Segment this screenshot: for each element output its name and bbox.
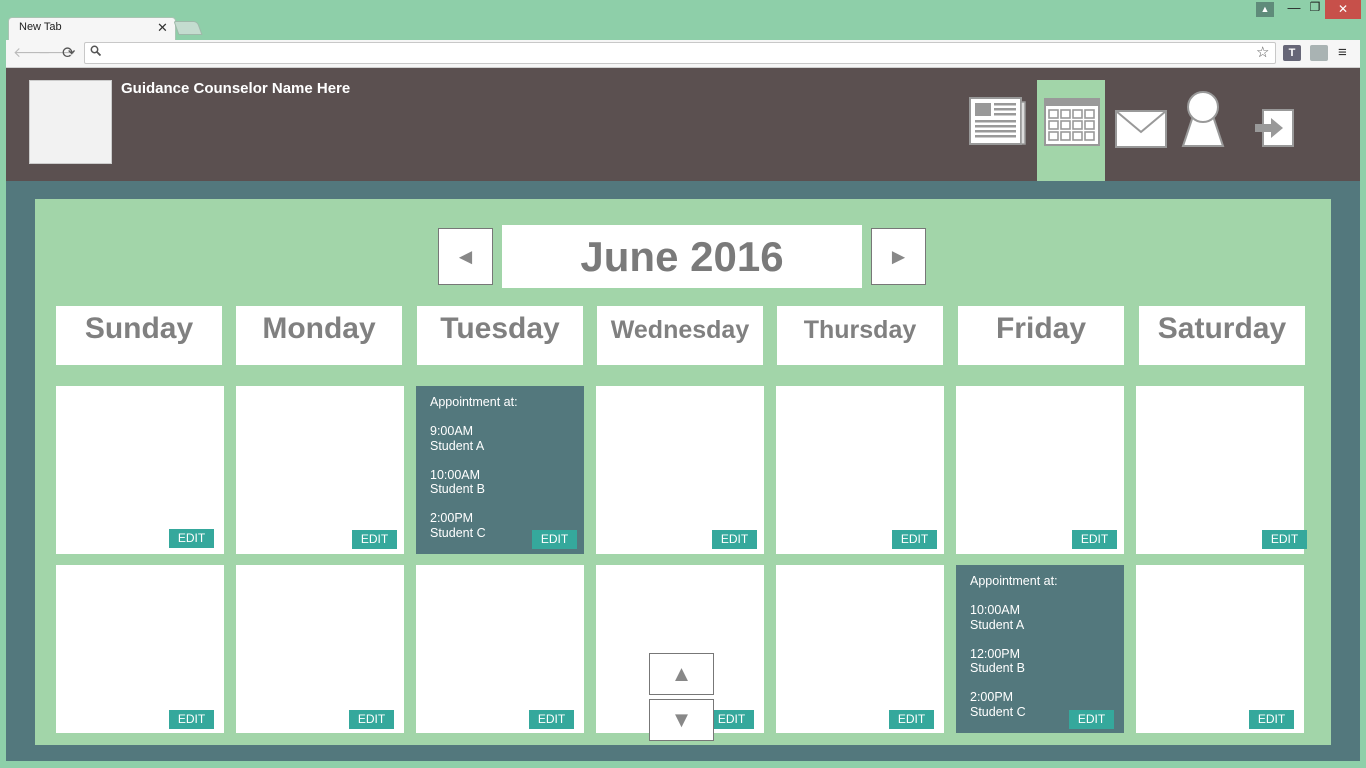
scroll-down-button[interactable]: ▼: [649, 699, 714, 741]
edit-button[interactable]: EDIT: [1069, 710, 1114, 729]
prev-month-button[interactable]: ◄: [438, 228, 493, 285]
appointment-text: Appointment at: 10:00AM Student A 12:00P…: [970, 574, 1058, 719]
day-header-monday: Monday: [236, 306, 402, 365]
edit-button[interactable]: EDIT: [1249, 710, 1294, 729]
calendar-icon[interactable]: [1044, 98, 1100, 146]
new-tab-button[interactable]: [173, 21, 203, 35]
edit-button[interactable]: EDIT: [709, 710, 754, 729]
calendar-cell-appointment[interactable]: Appointment at: 9:00AM Student A 10:00AM…: [416, 386, 584, 554]
extension-icon[interactable]: [1310, 45, 1328, 61]
logout-icon[interactable]: [1253, 108, 1295, 148]
scroll-up-button[interactable]: ▲: [649, 653, 714, 695]
calendar-cell[interactable]: EDIT: [956, 386, 1124, 554]
calendar-cell[interactable]: EDIT: [56, 386, 224, 554]
calendar-cell[interactable]: EDIT: [776, 386, 944, 554]
bookmark-star-icon[interactable]: ☆: [1256, 43, 1269, 61]
next-month-button[interactable]: ►: [871, 228, 926, 285]
maximize-button[interactable]: ❐: [1305, 0, 1325, 20]
browser-titlebar: [0, 0, 1366, 40]
browser-menu-icon[interactable]: ≡: [1338, 44, 1347, 61]
extension-t-icon[interactable]: T: [1283, 45, 1301, 61]
address-bar[interactable]: [84, 42, 1276, 64]
user-profile-icon[interactable]: ▲: [1256, 2, 1274, 17]
day-header-friday: Friday: [958, 306, 1124, 365]
profile-icon[interactable]: [1180, 90, 1226, 148]
edit-button[interactable]: EDIT: [352, 530, 397, 549]
edit-button[interactable]: EDIT: [169, 529, 214, 548]
edit-button[interactable]: EDIT: [349, 710, 394, 729]
day-header-wednesday: Wednesday: [597, 306, 763, 365]
month-title: June 2016: [502, 225, 862, 288]
day-header-tuesday: Tuesday: [417, 306, 583, 365]
edit-button[interactable]: EDIT: [889, 710, 934, 729]
search-icon: [90, 45, 102, 59]
avatar: [29, 80, 112, 164]
calendar-cell[interactable]: EDIT: [776, 565, 944, 733]
calendar-cell[interactable]: EDIT: [416, 565, 584, 733]
calendar-cell[interactable]: EDIT: [236, 386, 404, 554]
edit-button[interactable]: EDIT: [892, 530, 937, 549]
calendar-cell-appointment[interactable]: Appointment at: 10:00AM Student A 12:00P…: [956, 565, 1124, 733]
edit-button[interactable]: EDIT: [1262, 530, 1307, 549]
calendar-cell[interactable]: EDIT: [236, 565, 404, 733]
newspaper-icon[interactable]: [969, 97, 1026, 147]
calendar-cell[interactable]: EDIT: [1136, 386, 1307, 554]
mail-icon[interactable]: [1115, 110, 1167, 148]
tab-title: New Tab: [19, 21, 62, 33]
edit-button[interactable]: EDIT: [532, 530, 577, 549]
counselor-name: Guidance Counselor Name Here: [121, 80, 351, 97]
edit-button[interactable]: EDIT: [1072, 530, 1117, 549]
edit-button[interactable]: EDIT: [712, 530, 757, 549]
minimize-button[interactable]: —: [1284, 0, 1304, 20]
reload-icon[interactable]: ⟳: [62, 43, 75, 63]
window-close-button[interactable]: ✕: [1325, 0, 1361, 19]
day-header-saturday: Saturday: [1139, 306, 1305, 365]
edit-button[interactable]: EDIT: [169, 710, 214, 729]
edit-button[interactable]: EDIT: [529, 710, 574, 729]
day-header-sunday: Sunday: [56, 306, 222, 365]
calendar-cell[interactable]: EDIT: [56, 565, 224, 733]
tab-close-icon[interactable]: ✕: [157, 20, 168, 36]
day-header-thursday: Thursday: [777, 306, 943, 365]
calendar-cell[interactable]: EDIT: [596, 386, 764, 554]
calendar-cell[interactable]: EDIT: [1136, 565, 1304, 733]
appointment-text: Appointment at: 9:00AM Student A 10:00AM…: [430, 395, 518, 540]
